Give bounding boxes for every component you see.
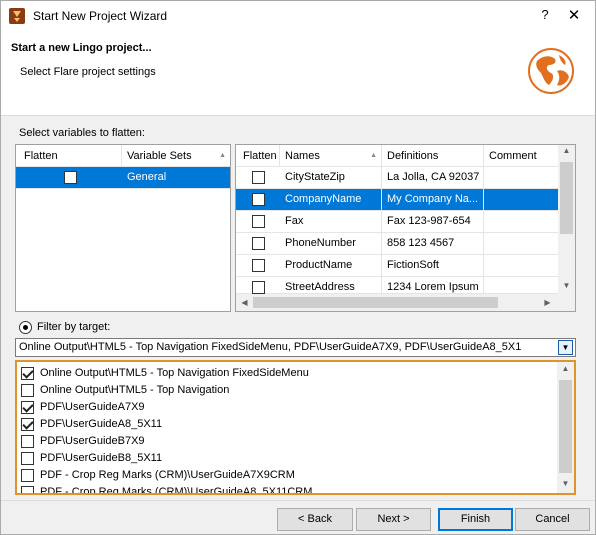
- flatten-checkbox[interactable]: [252, 193, 265, 206]
- title-bar: Start New Project Wizard ? ✕: [1, 1, 595, 31]
- grid-header: Flatten Variable Sets ▲: [16, 145, 230, 167]
- column-header-label: Names: [285, 150, 320, 162]
- target-combo-value: Online Output\HTML5 - Top Navigation Fix…: [19, 341, 522, 353]
- grid-header: Flatten Names ▲ Definitions Comment: [236, 145, 558, 167]
- vertical-scrollbar[interactable]: ▲ ▼: [557, 362, 574, 493]
- help-button[interactable]: ?: [538, 7, 552, 25]
- flatten-checkbox[interactable]: [252, 237, 265, 250]
- variable-comment: [484, 233, 558, 254]
- flatten-checkbox[interactable]: [64, 171, 77, 184]
- app-icon: [9, 8, 25, 24]
- scroll-up-icon[interactable]: ▲: [557, 364, 574, 373]
- variable-row[interactable]: Fax Fax 123-987-654: [236, 211, 558, 233]
- column-header-variable-sets[interactable]: Variable Sets ▲: [122, 145, 230, 167]
- flatten-checkbox[interactable]: [252, 259, 265, 272]
- cancel-button[interactable]: Cancel: [515, 508, 590, 531]
- scroll-thumb[interactable]: [559, 380, 572, 473]
- column-header-flatten[interactable]: Flatten: [236, 145, 280, 167]
- column-header-flatten[interactable]: Flatten: [16, 145, 122, 167]
- variable-comment: [484, 211, 558, 232]
- scroll-down-icon[interactable]: ▼: [557, 479, 574, 488]
- variables-label: Select variables to flatten:: [19, 127, 145, 139]
- target-checkbox[interactable]: [21, 435, 34, 448]
- variable-row[interactable]: StreetAddress 1234 Lorem Ipsum: [236, 277, 558, 298]
- variable-definition: 858 123 4567: [382, 233, 484, 254]
- variables-grid: Flatten Names ▲ Definitions Comment City…: [235, 144, 576, 312]
- wizard-header: Start a new Lingo project... Select Flar…: [1, 31, 595, 116]
- variable-definition: FictionSoft: [382, 255, 484, 276]
- chevron-down-icon[interactable]: ▼: [558, 340, 573, 355]
- finish-button[interactable]: Finish: [438, 508, 513, 531]
- target-label: Online Output\HTML5 - Top Navigation: [40, 384, 230, 396]
- variable-comment: [484, 167, 558, 188]
- variable-set-row[interactable]: General: [16, 167, 230, 189]
- target-checkbox[interactable]: [21, 486, 34, 493]
- column-header-names[interactable]: Names ▲: [280, 145, 382, 167]
- header-subtitle: Select Flare project settings: [20, 66, 156, 78]
- scroll-thumb[interactable]: [253, 297, 498, 308]
- variable-row[interactable]: CityStateZip La Jolla, CA 92037: [236, 167, 558, 189]
- variable-name: CompanyName: [280, 189, 382, 210]
- flatten-checkbox[interactable]: [252, 281, 265, 294]
- target-label: PDF - Crop Reg Marks (CRM)\UserGuideA8_5…: [40, 486, 313, 495]
- target-checkbox[interactable]: [21, 367, 34, 380]
- sort-arrow-icon: ▲: [370, 152, 377, 159]
- variable-row[interactable]: ProductName FictionSoft: [236, 255, 558, 277]
- variable-row[interactable]: PhoneNumber 858 123 4567: [236, 233, 558, 255]
- scroll-left-icon[interactable]: ◀: [236, 298, 253, 307]
- target-checkbox[interactable]: [21, 401, 34, 414]
- target-checkbox[interactable]: [21, 452, 34, 465]
- wizard-window: Start New Project Wizard ? ✕ Start a new…: [0, 0, 596, 535]
- scroll-thumb[interactable]: [560, 162, 573, 234]
- target-label: PDF\UserGuideA7X9: [40, 401, 145, 413]
- target-label: PDF\UserGuideB8_5X11: [40, 452, 163, 464]
- variable-definition: La Jolla, CA 92037: [382, 167, 484, 188]
- column-header-comment[interactable]: Comment: [484, 145, 564, 167]
- footer-divider: [1, 500, 595, 501]
- target-list: Online Output\HTML5 - Top Navigation Fix…: [15, 360, 576, 495]
- variable-row[interactable]: CompanyName My Company Na...: [236, 189, 558, 211]
- target-label: PDF - Crop Reg Marks (CRM)\UserGuideA7X9…: [40, 469, 295, 481]
- target-label: PDF\UserGuideA8_5X11: [40, 418, 163, 430]
- filter-by-target-label: Filter by target:: [37, 321, 111, 333]
- variable-set-name: General: [127, 171, 167, 183]
- scroll-right-icon[interactable]: ▶: [539, 298, 556, 307]
- horizontal-scrollbar[interactable]: ◀ ▶: [236, 294, 575, 311]
- target-label: PDF\UserGuideB7X9: [40, 435, 145, 447]
- sort-arrow-icon: ▲: [219, 152, 226, 159]
- variable-comment: [484, 189, 558, 210]
- variable-name: Fax: [280, 211, 382, 232]
- next-button[interactable]: Next >: [356, 508, 431, 531]
- variable-name: PhoneNumber: [280, 233, 382, 254]
- target-label: Online Output\HTML5 - Top Navigation Fix…: [40, 367, 309, 379]
- scroll-up-icon[interactable]: ▲: [558, 146, 575, 155]
- vertical-scrollbar[interactable]: ▲ ▼: [558, 145, 575, 294]
- variable-name: ProductName: [280, 255, 382, 276]
- target-checkbox[interactable]: [21, 418, 34, 431]
- target-checkbox[interactable]: [21, 384, 34, 397]
- globe-logo-icon: [528, 48, 574, 94]
- flatten-checkbox[interactable]: [252, 171, 265, 184]
- variable-comment: [484, 255, 558, 276]
- filter-by-target-radio[interactable]: [19, 321, 32, 334]
- close-button[interactable]: ✕: [565, 6, 583, 26]
- scroll-down-icon[interactable]: ▼: [558, 281, 575, 290]
- header-title: Start a new Lingo project...: [11, 42, 152, 54]
- column-header-definitions[interactable]: Definitions: [382, 145, 484, 167]
- variable-name: CityStateZip: [280, 167, 382, 188]
- target-checkbox[interactable]: [21, 469, 34, 482]
- window-title: Start New Project Wizard: [33, 9, 168, 23]
- variable-definition: My Company Na...: [382, 189, 484, 210]
- flatten-checkbox[interactable]: [252, 215, 265, 228]
- target-combo[interactable]: Online Output\HTML5 - Top Navigation Fix…: [15, 338, 576, 357]
- back-button[interactable]: < Back: [277, 508, 353, 531]
- column-header-label: Variable Sets: [127, 150, 192, 162]
- variable-definition: Fax 123-987-654: [382, 211, 484, 232]
- variable-sets-grid: Flatten Variable Sets ▲ General: [15, 144, 231, 312]
